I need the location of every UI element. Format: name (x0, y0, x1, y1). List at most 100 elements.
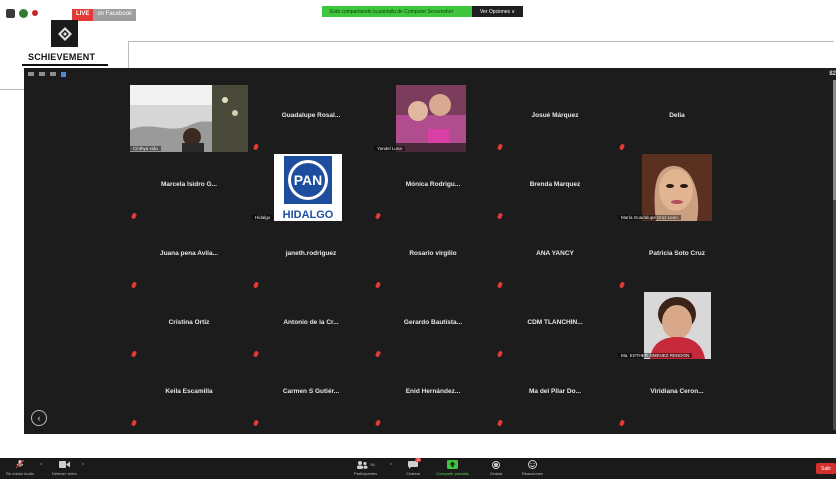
view-controls (24, 68, 836, 80)
participant-name: Enid Hernández... (405, 388, 461, 395)
participant-tile[interactable]: Viridiana Ceron... (616, 360, 738, 429)
muted-mic-icon (252, 143, 260, 151)
muted-mic-icon (618, 281, 626, 289)
participant-name: ANA YANCY (536, 250, 574, 257)
participant-tile[interactable]: Rosario virgilio (372, 222, 494, 291)
brand-name: SCHIEVEMENT (28, 52, 96, 62)
participant-tile[interactable]: Gerardo Bautista... (372, 291, 494, 360)
unmute-button[interactable]: Re-Iniciar Audio (6, 460, 34, 476)
chat-label: Chatear (406, 471, 421, 476)
divider (22, 64, 108, 66)
divider (128, 41, 834, 42)
gallery-view-icon[interactable] (61, 71, 66, 77)
participants-count: 54 (370, 462, 375, 467)
record-label: Grabar (490, 471, 503, 476)
participant-tile[interactable]: Delia (616, 84, 738, 153)
list-icon[interactable] (50, 72, 56, 76)
chevron-up-icon[interactable]: ^ (390, 463, 392, 469)
muted-mic-icon (374, 419, 382, 427)
muted-mic-icon (130, 419, 138, 427)
screen: LIVE on Facebook Está compartiendo la pa… (0, 0, 836, 479)
participant-name: Mónica Rodrigu... (405, 181, 461, 188)
participant-tile[interactable]: Josué Márquez (494, 84, 616, 153)
participant-tile[interactable]: Ma del Pilar Do... (494, 360, 616, 429)
participant-tile[interactable]: Juana pena Avila... (128, 222, 250, 291)
video-name-label: Ma. ESTHER JIMENEZ RENDON (618, 353, 693, 358)
grid-icon[interactable] (39, 72, 45, 76)
participants-label: Participantes (354, 471, 378, 476)
window-button[interactable] (19, 9, 28, 18)
participant-count: 82 (829, 71, 836, 77)
record-button[interactable]: Grabar (490, 460, 502, 476)
meeting-toolbar: Re-Iniciar Audio ^ Detener video ^ 54 Pa… (0, 458, 836, 479)
pan-logo-text: PAN (294, 172, 323, 188)
participant-name: Rosario virgilio (409, 250, 457, 257)
participant-tile[interactable]: Cristina Ortiz (128, 291, 250, 360)
stop-video-button[interactable]: Detener video (52, 460, 77, 476)
record-indicator-icon (32, 10, 38, 16)
window-button[interactable] (6, 9, 15, 18)
participant-name: Juana pena Avila... (159, 250, 219, 257)
participant-name: Keila Escamilla (165, 388, 213, 395)
participant-tile[interactable]: Enid Hernández... (372, 360, 494, 429)
share-message: Está compartiendo la pantalla de Compute… (322, 6, 472, 17)
live-indicator[interactable]: LIVE on Facebook (72, 9, 137, 21)
participant-tile[interactable]: Cinthya sida (128, 84, 250, 153)
muted-mic-icon (374, 212, 382, 220)
video-name-label: Yandel Luna (374, 146, 405, 151)
participant-tile[interactable]: Brenda Marquez (494, 153, 616, 222)
participant-tile[interactable]: Patricia Soto Cruz (616, 222, 738, 291)
participant-tile[interactable]: María Guadalupe Cruz Leon (616, 153, 738, 222)
video-name-label: María Guadalupe Cruz Leon (618, 215, 681, 220)
chevron-up-icon[interactable]: ^ (40, 463, 42, 469)
webcam-video (130, 85, 248, 152)
muted-mic-icon (496, 143, 504, 151)
previous-page-button[interactable]: ‹ (31, 410, 47, 426)
share-screen-button[interactable]: Compartir pantalla (436, 460, 469, 476)
chat-button[interactable]: 10 Chatear (406, 458, 422, 476)
reactions-button[interactable]: Reacciones (522, 460, 543, 476)
participant-tile[interactable]: Ma. ESTHER JIMENEZ RENDON (616, 291, 738, 360)
muted-mic-icon (496, 212, 504, 220)
record-icon (492, 460, 501, 469)
participant-tile[interactable]: Mónica Rodrigu... (372, 153, 494, 222)
participant-tile[interactable]: Carmen S Gutiér... (250, 360, 372, 429)
participant-tile[interactable]: Yandel Luna (372, 84, 494, 153)
profile-photo (644, 292, 711, 359)
muted-mic-icon (618, 143, 626, 151)
participant-tile[interactable]: Marcela Isidro G... (128, 153, 250, 222)
muted-mic-icon (496, 281, 504, 289)
smiley-icon (527, 460, 537, 469)
participant-name: Carmen S Gutiér... (282, 388, 340, 395)
participant-name: Brenda Marquez (529, 181, 581, 188)
share-banner: Está compartiendo la pantalla de Compute… (322, 6, 524, 17)
leave-button[interactable]: Salir (816, 463, 836, 474)
muted-mic-icon (252, 419, 260, 427)
window-controls[interactable] (6, 9, 38, 18)
participant-name: Josué Márquez (531, 112, 579, 119)
participant-name: Gerardo Bautista... (403, 319, 463, 326)
profile-photo (396, 85, 466, 152)
participant-tile[interactable]: PAN HIDALGO Hidalgo (250, 153, 372, 222)
minimize-icon[interactable] (28, 72, 34, 76)
participant-name: Viridiana Ceron... (650, 388, 704, 395)
participant-tile[interactable]: CDM TLANCHIN... (494, 291, 616, 360)
chevron-left-icon: ‹ (37, 413, 41, 423)
muted-mic-icon (618, 419, 626, 427)
participant-tile[interactable]: janeth.rodriguez (250, 222, 372, 291)
brand-logo (51, 20, 78, 47)
muted-mic-icon (130, 281, 138, 289)
view-options-button[interactable]: Ver Opciones ∨ (472, 6, 524, 17)
pan-logo-subtext: HIDALGO (283, 209, 334, 221)
pan-logo-image: PAN HIDALGO (274, 154, 342, 221)
participant-tile[interactable]: ANA YANCY (494, 222, 616, 291)
chat-badge: 10 (415, 458, 422, 462)
participant-tile[interactable]: Guadalupe Rosal... (250, 84, 372, 153)
stop-video-label: Detener video (52, 471, 77, 476)
participants-button[interactable]: 54 Participantes (354, 460, 377, 476)
participant-tile[interactable]: Antonio de la Cr... (250, 291, 372, 360)
participant-name: Ma del Pilar Do... (528, 388, 581, 395)
participant-tile[interactable]: Keila Escamilla (128, 360, 250, 429)
muted-mic-icon (130, 212, 138, 220)
chevron-up-icon[interactable]: ^ (82, 463, 84, 469)
